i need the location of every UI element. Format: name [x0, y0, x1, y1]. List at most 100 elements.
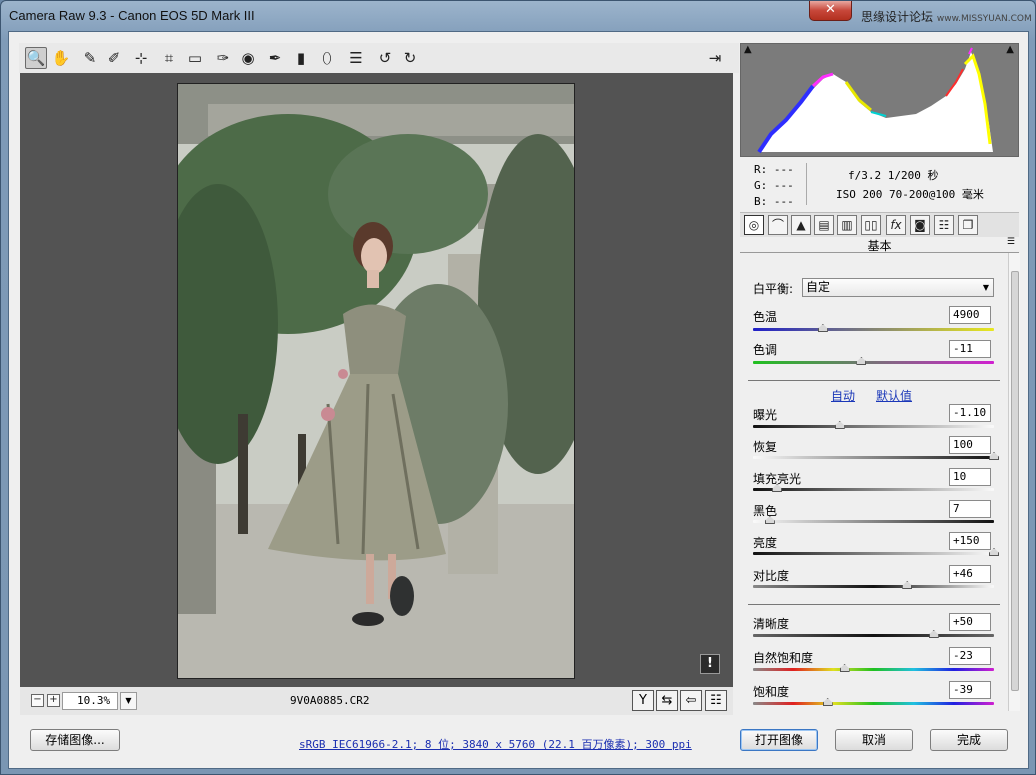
- tab-split-toning-icon[interactable]: ▥: [837, 215, 857, 235]
- rotate-right-icon[interactable]: ↻: [399, 47, 421, 69]
- vibrance-label: 自然饱和度: [753, 651, 814, 665]
- fill-light-field[interactable]: 10: [949, 468, 991, 486]
- zoom-dropdown[interactable]: ▼: [120, 692, 137, 710]
- preferences-icon[interactable]: ☰: [345, 47, 367, 69]
- tab-detail-icon[interactable]: ▲: [791, 215, 811, 235]
- auto-link[interactable]: 自动: [831, 387, 855, 404]
- tint-slider-track[interactable]: [753, 357, 994, 365]
- contrast-slider-thumb[interactable]: [902, 581, 913, 589]
- adjustment-brush-tool-icon[interactable]: ✒: [264, 47, 286, 69]
- tint-field[interactable]: -11: [949, 340, 991, 358]
- exposure-label: 曝光: [753, 408, 778, 422]
- tab-lens-corrections-icon[interactable]: ▯▯: [861, 215, 881, 235]
- saturation-slider-track[interactable]: [753, 698, 994, 706]
- brightness-label: 亮度: [753, 536, 778, 550]
- red-eye-tool-icon[interactable]: ◉: [237, 47, 259, 69]
- watermark: 思缘设计论坛 www.MISSYUAN.COM: [861, 8, 1032, 25]
- vibrance-slider-track[interactable]: [753, 664, 994, 672]
- exposure-slider-track[interactable]: [753, 421, 994, 429]
- zoom-tool-icon[interactable]: 🔍: [25, 47, 47, 69]
- readout-g: G: ---: [754, 179, 794, 192]
- camera-raw-window: Camera Raw 9.3 - Canon EOS 5D Mark III ✕…: [0, 0, 1036, 775]
- scrollbar-thumb[interactable]: [1011, 271, 1019, 691]
- panel-title: 基本: [867, 239, 892, 253]
- vibrance-field[interactable]: -23: [949, 647, 991, 665]
- white-balance-select[interactable]: 自定 ▼: [802, 278, 994, 297]
- warning-icon[interactable]: !: [700, 654, 720, 674]
- crop-tool-icon[interactable]: ⌗: [158, 47, 180, 69]
- image-preview-area[interactable]: !: [20, 73, 733, 687]
- readout-b: B: ---: [754, 195, 794, 208]
- clarity-field[interactable]: +50: [949, 613, 991, 631]
- rotate-left-icon[interactable]: ↺: [374, 47, 396, 69]
- tab-presets-icon[interactable]: ☷: [934, 215, 954, 235]
- recovery-field[interactable]: 100: [949, 436, 991, 454]
- fill-light-slider-track[interactable]: [753, 484, 994, 492]
- basic-panel: 白平衡: 自定 ▼ 色温 4900 色调 -11 自动 默认值 曝光 -1.10: [740, 253, 1008, 711]
- clarity-slider-track[interactable]: [753, 630, 994, 638]
- tab-tone-curve-icon[interactable]: ⌒: [768, 215, 788, 235]
- contrast-field[interactable]: +46: [949, 565, 991, 583]
- brightness-slider-track[interactable]: [753, 548, 999, 556]
- contrast-label: 对比度: [753, 569, 790, 583]
- tab-hsl-icon[interactable]: ▤: [814, 215, 834, 235]
- preview-photo[interactable]: [177, 83, 575, 679]
- vibrance-slider-thumb[interactable]: [839, 664, 850, 672]
- tint-slider-thumb[interactable]: [856, 357, 867, 365]
- graduated-filter-tool-icon[interactable]: ▮: [290, 47, 312, 69]
- zoom-in-button[interactable]: +: [47, 694, 60, 707]
- histogram: ▲ ▲: [740, 43, 1019, 157]
- color-sampler-tool-icon[interactable]: ✐: [103, 47, 125, 69]
- spot-removal-tool-icon[interactable]: ✑: [212, 47, 234, 69]
- default-link[interactable]: 默认值: [876, 387, 912, 404]
- tab-camera-calibration-icon[interactable]: ◙: [910, 215, 930, 235]
- window-title: Camera Raw 9.3 - Canon EOS 5D Mark III: [9, 8, 255, 23]
- recovery-slider-track[interactable]: [753, 452, 999, 460]
- before-after-icon[interactable]: Y: [632, 690, 654, 711]
- temp-slider-track[interactable]: [753, 324, 994, 332]
- temp-field[interactable]: 4900: [949, 306, 991, 324]
- temp-slider-thumb[interactable]: [817, 324, 828, 332]
- tool-strip: 🔍 ✋ ✎ ✐ ⊹ ⌗ ▭ ✑ ◉ ✒ ▮ ⬯ ☰ ↺ ↻ ⇥: [19, 43, 739, 73]
- open-image-button[interactable]: 打开图像: [740, 729, 818, 751]
- section-divider: [748, 380, 1000, 381]
- clarity-label: 清晰度: [753, 617, 790, 631]
- contrast-slider-track[interactable]: [753, 581, 994, 589]
- tab-snapshots-icon[interactable]: ❐: [958, 215, 978, 235]
- close-button[interactable]: ✕: [809, 1, 852, 21]
- clarity-slider-thumb[interactable]: [928, 630, 939, 638]
- tab-basic-icon[interactable]: ◎: [744, 215, 764, 235]
- swap-settings-icon[interactable]: ⇆: [656, 690, 678, 711]
- aperture-shutter: f/3.2 1/200 秒: [848, 169, 939, 182]
- targeted-adjustment-tool-icon[interactable]: ⊹: [130, 47, 152, 69]
- tab-effects-icon[interactable]: fx: [886, 215, 906, 235]
- panel-scrollbar[interactable]: [1008, 253, 1020, 711]
- straighten-tool-icon[interactable]: ▭: [184, 47, 206, 69]
- saturation-slider-thumb[interactable]: [822, 698, 833, 706]
- white-balance-value: 自定: [806, 280, 831, 294]
- save-image-button[interactable]: 存储图像...: [30, 729, 120, 751]
- title-bar[interactable]: Camera Raw 9.3 - Canon EOS 5D Mark III ✕…: [1, 1, 1035, 31]
- brightness-field[interactable]: +150: [949, 532, 991, 550]
- exposure-slider-thumb[interactable]: [834, 421, 845, 429]
- preview-preferences-icon[interactable]: ☷: [705, 690, 727, 711]
- exposure-field[interactable]: -1.10: [949, 404, 991, 422]
- radial-filter-tool-icon[interactable]: ⬯: [316, 47, 338, 69]
- fullscreen-toggle-icon[interactable]: ⇥: [704, 47, 726, 69]
- saturation-label: 饱和度: [753, 685, 790, 699]
- hand-tool-icon[interactable]: ✋: [50, 47, 72, 69]
- copy-settings-icon[interactable]: ⇦: [680, 690, 702, 711]
- panel-tab-strip: ◎ ⌒ ▲ ▤ ▥ ▯▯ fx ◙ ☷ ❐: [740, 212, 1019, 237]
- info-readout: R: --- G: --- B: --- f/3.2 1/200 秒 ISO 2…: [740, 157, 1019, 212]
- workflow-options-link[interactable]: sRGB IEC61966-2.1; 8 位; 3840 x 5760 (22.…: [299, 736, 692, 752]
- panel-menu-icon[interactable]: ☰: [1007, 237, 1015, 247]
- cancel-button[interactable]: 取消: [835, 729, 913, 751]
- zoom-level-field[interactable]: 10.3%: [62, 692, 118, 710]
- saturation-field[interactable]: -39: [949, 681, 991, 699]
- zoom-out-button[interactable]: −: [31, 694, 44, 707]
- blacks-field[interactable]: 7: [949, 500, 991, 518]
- done-button[interactable]: 完成: [930, 729, 1008, 751]
- readout-divider: [806, 163, 807, 205]
- blacks-slider-track[interactable]: [753, 516, 994, 524]
- white-balance-tool-icon[interactable]: ✎: [79, 47, 101, 69]
